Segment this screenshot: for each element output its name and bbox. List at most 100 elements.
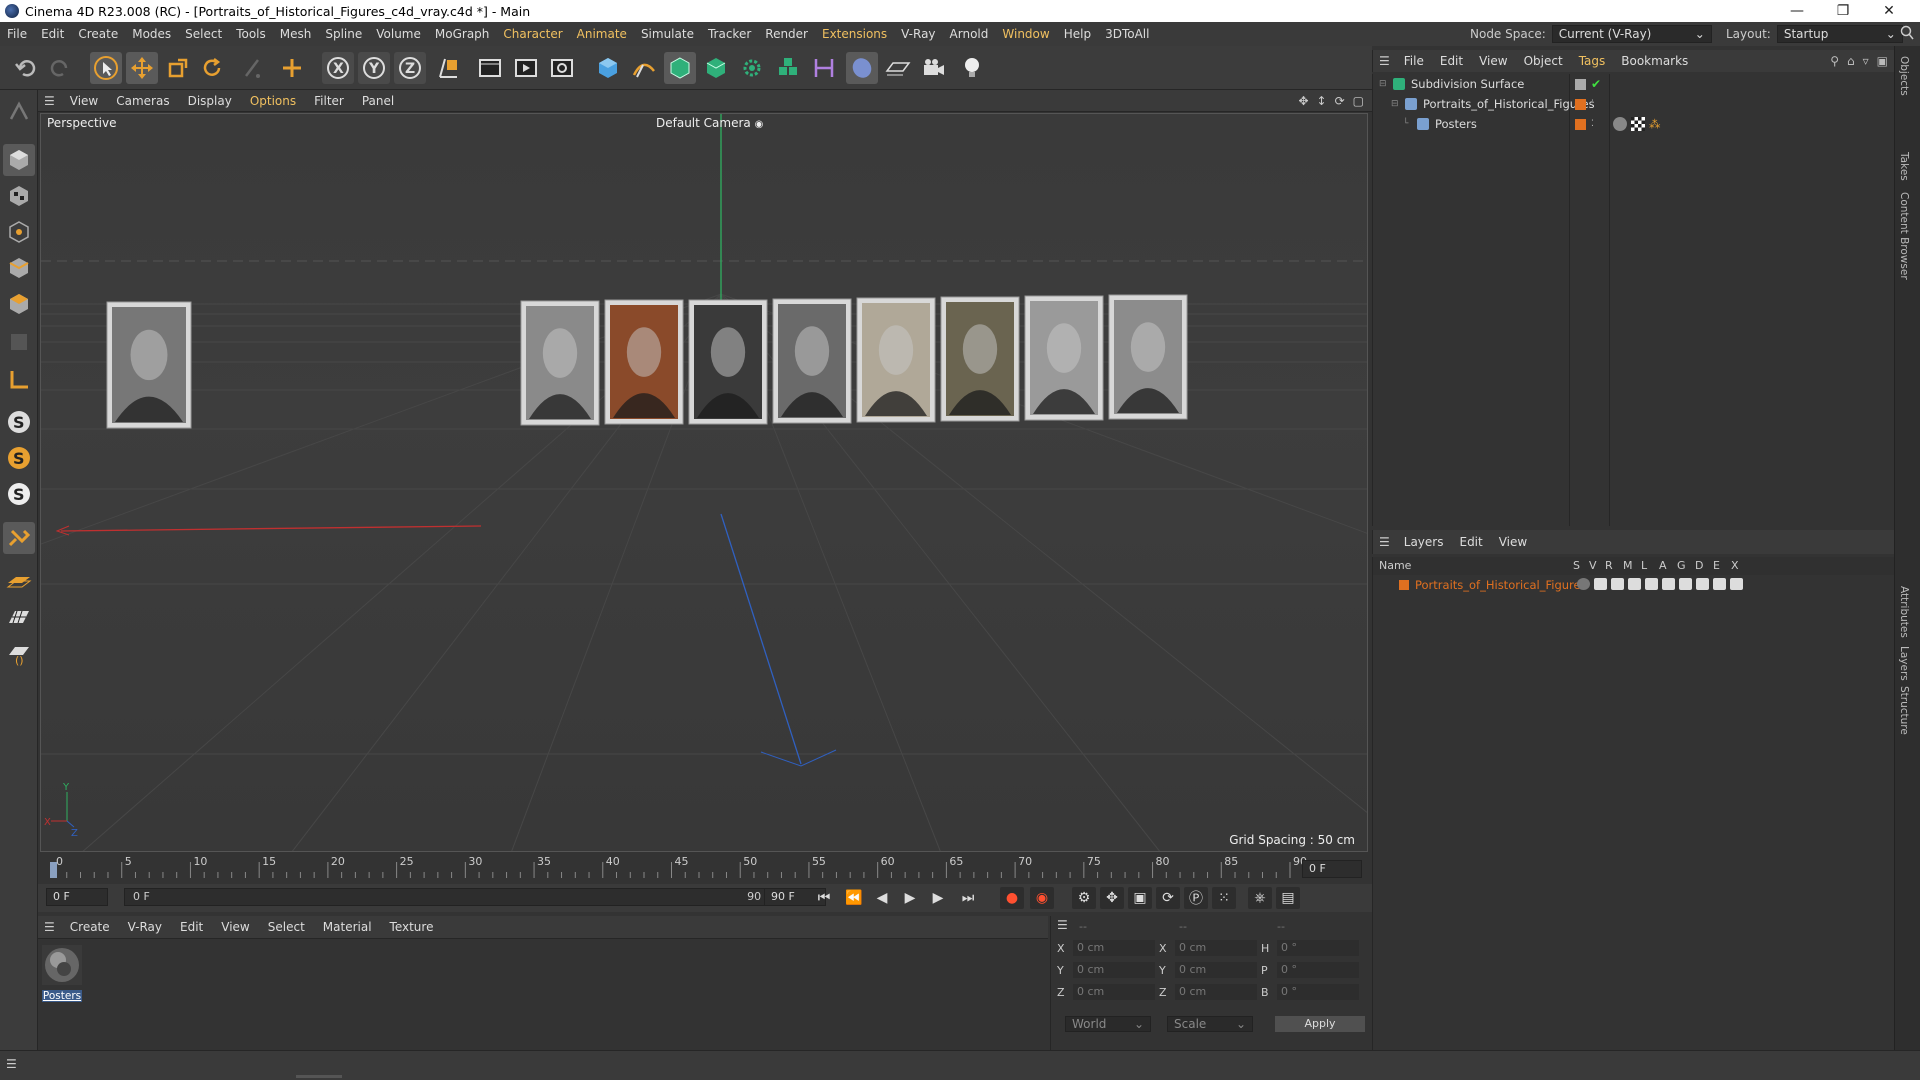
layer-column-v[interactable]: V xyxy=(1589,559,1597,572)
rotate-key-icon[interactable]: ⟳ xyxy=(1156,887,1180,909)
generators-icon[interactable] xyxy=(1679,578,1692,590)
material-menu-select[interactable]: Select xyxy=(259,920,314,934)
keyframe-selection-icon[interactable]: ⚙ xyxy=(1072,887,1096,909)
viewport-menu-view[interactable]: View xyxy=(61,94,107,108)
render-picture-viewer-icon[interactable] xyxy=(510,52,542,84)
menu-spline[interactable]: Spline xyxy=(318,27,369,41)
layer-column-a[interactable]: A xyxy=(1659,559,1667,572)
layer-row[interactable]: Portraits_of_Historical_Figures xyxy=(1373,575,1895,595)
cube-icon[interactable] xyxy=(592,52,624,84)
subdivision-icon[interactable] xyxy=(664,52,696,84)
world-dropdown[interactable]: World ⌄ xyxy=(1065,1016,1151,1032)
layer-color-icon[interactable] xyxy=(1575,118,1586,130)
play-icon[interactable]: ▶ xyxy=(898,887,922,909)
menu-animate[interactable]: Animate xyxy=(570,27,634,41)
status-scroll-handle[interactable] xyxy=(296,1075,342,1078)
poster-7[interactable] xyxy=(940,296,1020,422)
layer-column-d[interactable]: D xyxy=(1695,559,1703,572)
visibility-dots-icon[interactable]: ⁚ xyxy=(1591,99,1594,109)
menu-create[interactable]: Create xyxy=(71,27,125,41)
enabled-checkmark-icon[interactable]: ✔ xyxy=(1591,77,1601,91)
x-axis-icon[interactable]: X xyxy=(322,52,354,84)
menu-simulate[interactable]: Simulate xyxy=(634,27,701,41)
side-tab-layers[interactable]: Layers xyxy=(1898,646,1910,681)
snap-settings-icon[interactable]: S xyxy=(3,442,35,474)
scale-dropdown[interactable]: Scale ⌄ xyxy=(1167,1016,1253,1032)
vray-tag-icon[interactable] xyxy=(1613,117,1627,131)
autokey-icon[interactable]: ◉ xyxy=(1030,887,1054,909)
menu-volume[interactable]: Volume xyxy=(369,27,428,41)
apply-button[interactable]: Apply xyxy=(1275,1016,1365,1032)
visibility-toggle-icon[interactable] xyxy=(1575,78,1586,90)
side-tab-objects[interactable]: Objects xyxy=(1898,56,1910,96)
menu-tracker[interactable]: Tracker xyxy=(701,27,758,41)
make-editable-icon[interactable] xyxy=(3,96,35,128)
object-row[interactable]: └ Posters ⁚ ⁂ xyxy=(1373,114,1895,134)
viewport-menu-panel[interactable]: Panel xyxy=(353,94,403,108)
y-axis-icon[interactable]: Y xyxy=(358,52,390,84)
object-menu-view[interactable]: View xyxy=(1471,54,1515,68)
search-icon[interactable]: ⚲ xyxy=(1830,54,1839,68)
start-frame-field[interactable]: 0 F xyxy=(46,888,108,906)
step-forward-icon[interactable]: ▶ xyxy=(926,887,950,909)
poster-9[interactable] xyxy=(1108,294,1188,420)
floor-icon[interactable] xyxy=(882,52,914,84)
tree-expander-icon[interactable]: ⊟ xyxy=(1391,99,1401,109)
solo-icon[interactable] xyxy=(1577,578,1590,590)
hamburger-icon[interactable]: ☰ xyxy=(38,94,61,108)
record-icon[interactable]: ● xyxy=(1000,887,1024,909)
render-view-icon[interactable] xyxy=(474,52,506,84)
menu-mograph[interactable]: MoGraph xyxy=(428,27,497,41)
layer-column-g[interactable]: G xyxy=(1677,559,1686,572)
layer-column-name[interactable]: Name xyxy=(1379,559,1411,572)
position-field[interactable]: 0 cm xyxy=(1073,940,1155,956)
poster-4[interactable] xyxy=(688,299,768,425)
hamburger-icon[interactable]: ☰ xyxy=(38,920,61,934)
redo-icon[interactable] xyxy=(44,52,76,84)
hamburger-icon[interactable]: ☰ xyxy=(1373,535,1396,549)
z-axis-icon[interactable]: Z xyxy=(394,52,426,84)
menu-v-ray[interactable]: V-Ray xyxy=(894,27,942,41)
position-field[interactable]: 0 cm xyxy=(1073,962,1155,978)
layer-column-x[interactable]: X xyxy=(1731,559,1739,572)
polygons-mode-icon[interactable] xyxy=(3,288,35,320)
menu-modes[interactable]: Modes xyxy=(125,27,178,41)
object-menu-tags[interactable]: Tags xyxy=(1571,54,1614,68)
size-field[interactable]: 0 cm xyxy=(1175,962,1257,978)
layer-column-r[interactable]: R xyxy=(1605,559,1613,572)
layout-dropdown[interactable]: Startup ⌄ xyxy=(1776,25,1903,43)
object-row[interactable]: ⊟ Portraits_of_Historical_Figures ⁚ xyxy=(1373,94,1895,114)
render-settings-icon[interactable] xyxy=(546,52,578,84)
viewport-menu-filter[interactable]: Filter xyxy=(305,94,353,108)
extrude-icon[interactable] xyxy=(700,52,732,84)
lock-icon[interactable] xyxy=(1645,578,1658,590)
object-menu-bookmarks[interactable]: Bookmarks xyxy=(1613,54,1696,68)
restore-icon[interactable]: ❐ xyxy=(1820,0,1866,22)
hamburger-icon[interactable]: ☰ xyxy=(1057,918,1068,932)
material-tag-icon[interactable]: ⁂ xyxy=(1649,117,1661,131)
side-tab-content-browser[interactable]: Content Browser xyxy=(1898,192,1910,280)
poster-6[interactable] xyxy=(856,297,936,423)
layer-column-e[interactable]: E xyxy=(1713,559,1720,572)
side-tab-structure[interactable]: Structure xyxy=(1898,686,1910,735)
edges-mode-icon[interactable] xyxy=(3,252,35,284)
tree-expander-icon[interactable]: ⊟ xyxy=(1379,79,1389,89)
rotate-icon[interactable] xyxy=(196,52,228,84)
3d-viewport[interactable]: Y X Z Perspective Default Camera ◉ Grid … xyxy=(40,113,1368,852)
hamburger-icon[interactable]: ☰ xyxy=(6,1057,17,1071)
material-menu-edit[interactable]: Edit xyxy=(171,920,212,934)
minimize-icon[interactable]: — xyxy=(1774,0,1820,22)
pla-key-icon[interactable]: ⁙ xyxy=(1212,887,1236,909)
menu-select[interactable]: Select xyxy=(178,27,229,41)
select-arrow-icon[interactable] xyxy=(90,52,122,84)
filter-icon[interactable]: ▿ xyxy=(1863,54,1869,68)
side-tab-attributes[interactable]: Attributes xyxy=(1898,586,1910,638)
texture-mode-icon[interactable] xyxy=(3,180,35,212)
layer-menu-layers[interactable]: Layers xyxy=(1396,535,1452,549)
magnet-icon[interactable] xyxy=(3,522,35,554)
menu-edit[interactable]: Edit xyxy=(34,27,71,41)
tree-expander-icon[interactable]: └ xyxy=(1403,119,1413,129)
new-window-icon[interactable]: ▣ xyxy=(1877,54,1888,68)
material-item[interactable]: Posters xyxy=(42,945,82,1002)
expressions-icon[interactable] xyxy=(1713,578,1726,590)
